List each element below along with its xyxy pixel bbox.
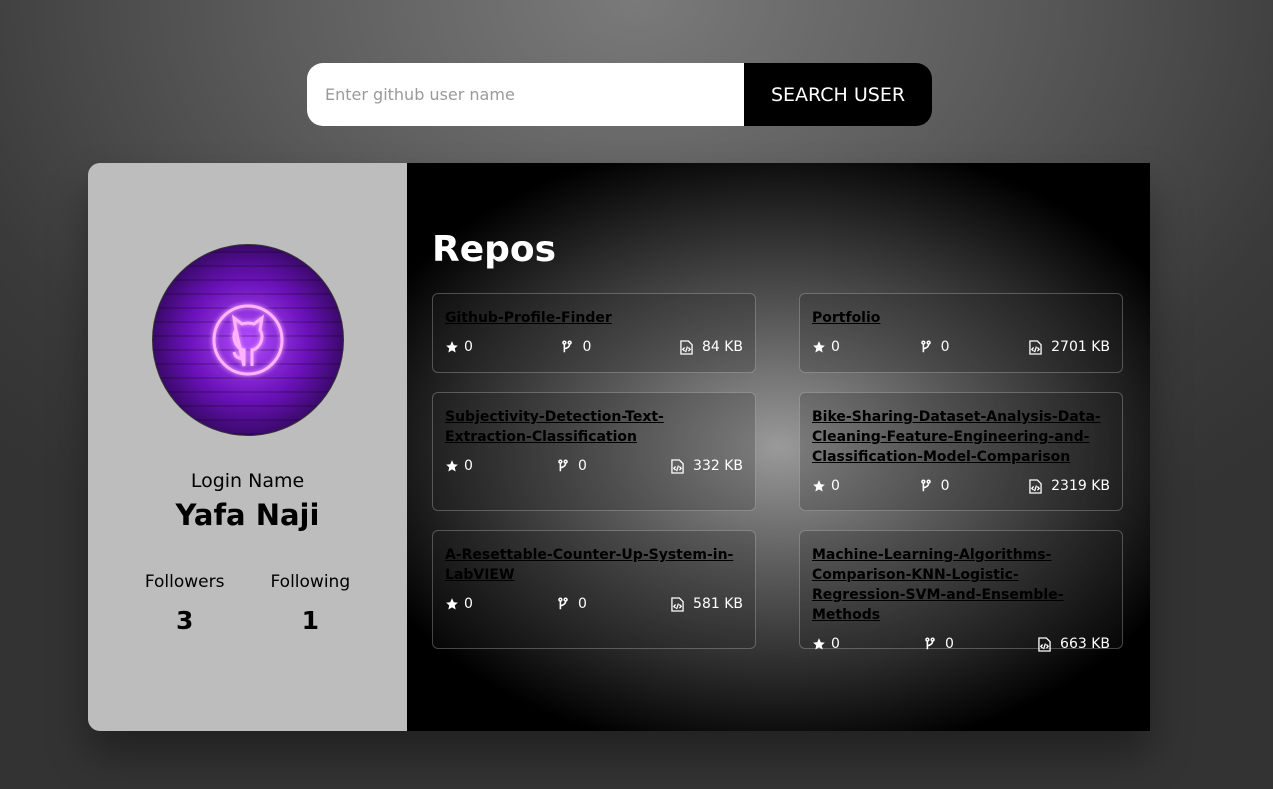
repo-stars-count: 0 (464, 458, 473, 474)
repo-stars-count: 0 (831, 339, 840, 355)
search-bar: SEARCH USER (307, 63, 932, 126)
profile-panel: Login Name Yafa Naji Followers 3 Followi… (88, 163, 407, 731)
repo-stars: 0 (812, 478, 840, 494)
repo-meta: 0 0 332 KB (445, 458, 743, 474)
repo-link[interactable]: Machine-Learning-Algorithms-Comparison-K… (812, 545, 1110, 625)
repo-card: Portfolio 0 0 2701 KB (799, 293, 1123, 373)
file-code-icon (1029, 478, 1042, 494)
file-code-icon (1038, 636, 1051, 652)
repo-forks: 0 (557, 596, 587, 612)
repo-size-value: 332 KB (693, 458, 743, 474)
login-name-value: Yafa Naji (175, 498, 320, 532)
repo-stars: 0 (812, 339, 840, 355)
repo-card: A-Resettable-Counter-Up-System-in-LabVIE… (432, 530, 756, 649)
repo-size-value: 663 KB (1060, 636, 1110, 652)
following-label: Following (270, 572, 351, 592)
repo-size: 2319 KB (1029, 478, 1110, 494)
repo-link[interactable]: Portfolio (812, 308, 1110, 328)
repo-forks-count: 0 (940, 339, 950, 355)
repo-card: Github-Profile-Finder 0 0 84 KB (432, 293, 756, 373)
repo-card: Machine-Learning-Algorithms-Comparison-K… (799, 530, 1123, 652)
repo-meta: 0 0 2319 KB (812, 478, 1110, 494)
repo-stars: 0 (445, 596, 473, 612)
star-icon (446, 341, 458, 353)
repo-card: Bike-Sharing-Dataset-Analysis-Data-Clean… (799, 392, 1123, 511)
repo-stars-count: 0 (464, 339, 473, 355)
repo-stars-count: 0 (831, 636, 840, 652)
repo-forks-count: 0 (578, 596, 587, 612)
avatar (151, 244, 344, 436)
following-count: 1 (301, 606, 320, 635)
login-name-label: Login Name (190, 470, 305, 492)
file-code-icon (1029, 339, 1042, 355)
file-code-icon (671, 596, 684, 612)
fork-icon (558, 597, 568, 610)
fork-icon (925, 637, 935, 650)
repo-forks: 0 (557, 458, 587, 474)
repo-size: 2701 KB (1029, 339, 1110, 355)
star-icon (446, 460, 458, 472)
repo-forks-count: 0 (582, 339, 592, 355)
repo-card: Subjectivity-Detection-Text-Extraction-C… (432, 392, 756, 511)
repo-link[interactable]: A-Resettable-Counter-Up-System-in-LabVIE… (445, 545, 743, 585)
repo-stars-count: 0 (464, 596, 473, 612)
followers-label: Followers (144, 572, 225, 592)
fork-icon (562, 340, 573, 353)
file-code-icon (680, 339, 693, 355)
repo-size: 332 KB (671, 458, 743, 474)
repo-size-value: 84 KB (701, 339, 743, 355)
repo-forks-count: 0 (578, 458, 587, 474)
repo-stars: 0 (445, 339, 473, 355)
repo-size-value: 581 KB (693, 596, 743, 612)
repo-size-value: 2319 KB (1051, 478, 1110, 494)
search-input[interactable] (307, 63, 744, 126)
star-icon (446, 598, 458, 610)
repo-meta: 0 0 84 KB (445, 339, 743, 355)
star-icon (813, 341, 825, 353)
repos-title: Repos (432, 229, 557, 270)
repo-link[interactable]: Github-Profile-Finder (445, 308, 743, 328)
fork-icon (920, 340, 931, 353)
github-neon-logo-icon (212, 304, 283, 376)
repo-link[interactable]: Subjectivity-Detection-Text-Extraction-C… (445, 407, 743, 447)
profile-card: Login Name Yafa Naji Followers 3 Followi… (88, 163, 1150, 731)
followers-count: 3 (175, 606, 194, 635)
following-stat: Following 1 (271, 572, 351, 635)
repos-panel: Repos Github-Profile-Finder 0 0 84 KB Po… (407, 163, 1150, 731)
repo-stars: 0 (812, 636, 840, 652)
repo-forks: 0 (561, 339, 591, 355)
repo-stars-count: 0 (831, 478, 840, 494)
repo-meta: 0 0 663 KB (812, 636, 1110, 652)
repo-meta: 0 0 581 KB (445, 596, 743, 612)
repo-forks: 0 (920, 478, 950, 494)
repo-forks: 0 (920, 339, 950, 355)
fork-icon (920, 479, 931, 492)
star-icon (813, 638, 825, 650)
followers-stat: Followers 3 (145, 572, 225, 635)
repo-forks: 0 (924, 636, 954, 652)
repo-size: 663 KB (1038, 636, 1110, 652)
repo-forks-count: 0 (940, 478, 950, 494)
star-icon (813, 480, 825, 492)
repo-link[interactable]: Bike-Sharing-Dataset-Analysis-Data-Clean… (812, 407, 1110, 467)
file-code-icon (671, 458, 684, 474)
repo-meta: 0 0 2701 KB (812, 339, 1110, 355)
repo-size: 84 KB (680, 339, 743, 355)
repo-size-value: 2701 KB (1051, 339, 1110, 355)
search-user-button[interactable]: SEARCH USER (744, 63, 932, 126)
repo-forks-count: 0 (945, 636, 954, 652)
repo-stars: 0 (445, 458, 473, 474)
follow-stats: Followers 3 Following 1 (145, 572, 350, 635)
repo-size: 581 KB (671, 596, 743, 612)
fork-icon (558, 459, 568, 472)
